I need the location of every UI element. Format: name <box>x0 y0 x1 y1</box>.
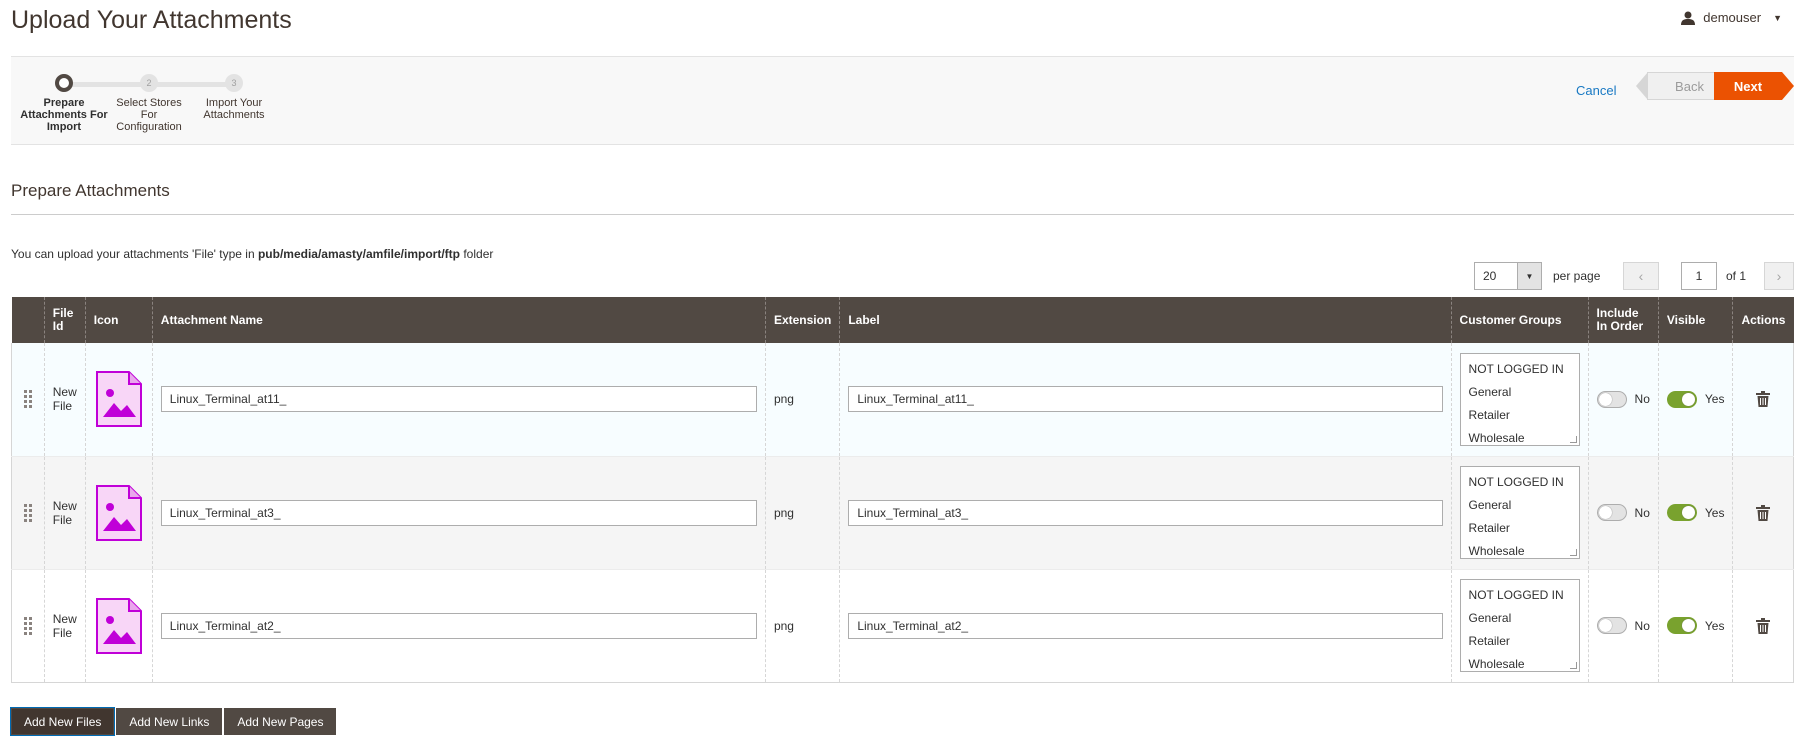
attachment-name-input[interactable]: Linux_Terminal_at3_ <box>160 499 757 526</box>
table-row: New File Linux_Terminal_at3_ png Linux_T… <box>11 456 1794 570</box>
upload-note: You can upload your attachments 'File' t… <box>11 247 494 261</box>
add-new-files-button[interactable]: Add New Files <box>11 708 115 735</box>
include-in-order-toggle[interactable] <box>1596 504 1627 521</box>
toggle-label: No <box>1634 392 1650 407</box>
image-file-icon <box>95 484 142 541</box>
file-id-cell: New File <box>43 569 86 683</box>
group-option[interactable]: NOT LOGGED IN <box>1469 358 1571 381</box>
group-option[interactable]: Retailer <box>1469 404 1571 427</box>
customer-groups-multiselect[interactable]: NOT LOGGED IN General Retailer Wholesale <box>1459 466 1580 559</box>
label-input[interactable]: Linux_Terminal_at11_ <box>848 386 1443 413</box>
file-id-cell: New File <box>43 456 86 570</box>
page-count: of 1 <box>1726 269 1747 283</box>
toggle-label: Yes <box>1704 618 1725 633</box>
visible-toggle[interactable] <box>1666 617 1697 634</box>
group-option[interactable]: General <box>1469 494 1571 517</box>
column-file-id[interactable]: File Id <box>43 297 86 343</box>
trash-icon[interactable] <box>1756 391 1771 408</box>
group-option[interactable]: General <box>1469 607 1571 630</box>
toggle-label: Yes <box>1704 505 1725 520</box>
column-customer-groups[interactable]: Customer Groups <box>1450 297 1589 343</box>
extension-cell: png <box>764 456 840 570</box>
wizard-bar: 2 3 Prepare Attachments For Import Selec… <box>11 56 1794 145</box>
chevron-left-icon: ‹ <box>1638 268 1644 284</box>
add-buttons-group: Add New Files Add New Links Add New Page… <box>11 708 337 735</box>
image-file-icon <box>95 371 142 428</box>
chevron-right-icon: › <box>1776 268 1782 284</box>
cancel-link[interactable]: Cancel <box>1576 83 1616 98</box>
step-2-label: Select Stores For Configuration <box>116 97 182 133</box>
extension-cell: png <box>764 343 840 457</box>
step-3-label: Import Your Attachments <box>203 97 265 121</box>
trash-icon[interactable] <box>1756 504 1771 521</box>
group-option[interactable]: General <box>1469 381 1571 404</box>
per-page-select[interactable]: 20 ▼ <box>1474 262 1542 290</box>
group-option[interactable]: NOT LOGGED IN <box>1469 584 1571 607</box>
include-in-order-toggle[interactable] <box>1596 617 1627 634</box>
page-number-input[interactable]: 1 <box>1681 262 1717 290</box>
trash-icon[interactable] <box>1756 617 1771 634</box>
column-icon[interactable]: Icon <box>84 297 153 343</box>
resize-handle-icon[interactable] <box>1569 549 1577 556</box>
column-include-in-order[interactable]: Include In Order <box>1587 297 1659 343</box>
file-id-cell: New File <box>43 343 86 457</box>
attachment-name-input[interactable]: Linux_Terminal_at2_ <box>160 612 757 639</box>
group-option[interactable]: NOT LOGGED IN <box>1469 471 1571 494</box>
customer-groups-multiselect[interactable]: NOT LOGGED IN General Retailer Wholesale <box>1459 579 1580 672</box>
toggle-label: No <box>1634 618 1650 633</box>
resize-handle-icon[interactable] <box>1569 662 1577 669</box>
user-menu[interactable]: demouser ▼ <box>1681 10 1782 25</box>
next-button[interactable]: Next <box>1714 72 1794 100</box>
add-new-links-button[interactable]: Add New Links <box>116 708 223 735</box>
step-1-dot[interactable] <box>55 74 73 92</box>
add-new-pages-button[interactable]: Add New Pages <box>224 708 337 735</box>
drag-handle-icon[interactable] <box>23 503 32 522</box>
visible-toggle[interactable] <box>1666 504 1697 521</box>
step-1-label: Prepare Attachments For Import <box>20 97 108 133</box>
user-name: demouser <box>1703 10 1762 25</box>
table-row: New File Linux_Terminal_at11_ png Linux_… <box>11 343 1794 457</box>
column-attachment-name[interactable]: Attachment Name <box>151 297 766 343</box>
page-title: Upload Your Attachments <box>11 6 292 34</box>
section-divider <box>11 214 1794 215</box>
group-option[interactable]: Retailer <box>1469 517 1571 540</box>
column-label[interactable]: Label <box>839 297 1452 343</box>
user-icon <box>1681 11 1696 25</box>
attachment-name-input[interactable]: Linux_Terminal_at11_ <box>160 386 757 413</box>
label-input[interactable]: Linux_Terminal_at3_ <box>848 499 1443 526</box>
group-option[interactable]: Wholesale <box>1469 427 1571 450</box>
label-input[interactable]: Linux_Terminal_at2_ <box>848 612 1443 639</box>
toggle-label: No <box>1634 505 1650 520</box>
column-extension[interactable]: Extension <box>764 297 840 343</box>
extension-cell: png <box>764 569 840 683</box>
toggle-label: Yes <box>1704 392 1725 407</box>
resize-handle-icon[interactable] <box>1569 435 1577 443</box>
drag-handle-icon[interactable] <box>23 390 32 409</box>
visible-toggle[interactable] <box>1666 390 1697 408</box>
column-drag <box>11 297 45 343</box>
attachments-table: File Id Icon Attachment Name Extension L… <box>11 297 1794 683</box>
image-file-icon <box>95 597 142 654</box>
chevron-down-icon: ▼ <box>1773 12 1782 23</box>
upload-path: pub/media/amasty/amfile/import/ftp <box>257 247 461 261</box>
customer-groups-multiselect[interactable]: NOT LOGGED IN General Retailer Wholesale <box>1459 352 1580 446</box>
step-2-dot: 2 <box>140 74 158 92</box>
step-3-dot: 3 <box>225 74 243 92</box>
group-option[interactable]: Wholesale <box>1469 653 1571 676</box>
table-header-row: File Id Icon Attachment Name Extension L… <box>11 297 1794 343</box>
section-title: Prepare Attachments <box>11 181 170 200</box>
column-actions: Actions <box>1732 297 1794 343</box>
previous-page-button[interactable]: ‹ <box>1623 262 1659 290</box>
include-in-order-toggle[interactable] <box>1596 390 1627 408</box>
column-visible[interactable]: Visible <box>1657 297 1733 343</box>
group-option[interactable]: Retailer <box>1469 630 1571 653</box>
table-row: New File Linux_Terminal_at2_ png Linux_T… <box>11 569 1794 683</box>
drag-handle-icon[interactable] <box>23 616 32 635</box>
next-page-button[interactable]: › <box>1764 262 1794 290</box>
per-page-label: per page <box>1553 269 1601 283</box>
chevron-down-icon[interactable]: ▼ <box>1517 263 1541 289</box>
group-option[interactable]: Wholesale <box>1469 540 1571 563</box>
